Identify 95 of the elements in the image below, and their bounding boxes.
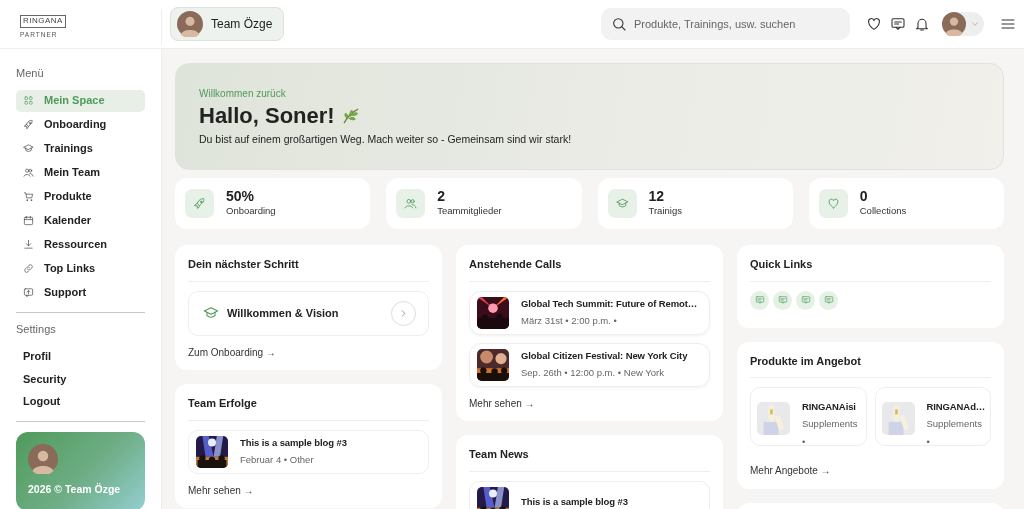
see-more-link[interactable]: Mehr sehen → xyxy=(188,482,254,498)
logo: RINGANA xyxy=(20,14,66,28)
link-icon xyxy=(23,263,34,274)
sidebar-item[interactable]: Produkte xyxy=(16,185,145,208)
graduation-cap-icon xyxy=(23,143,34,154)
see-more-link[interactable]: Mehr sehen → xyxy=(469,395,535,411)
avatar xyxy=(177,11,203,37)
menu-icon xyxy=(1000,16,1016,32)
card-title: Team Erfolge xyxy=(188,384,429,421)
greeting-title: Hallo, Soner! xyxy=(199,103,335,130)
chat-icon xyxy=(777,295,788,305)
stat-value: 2 xyxy=(437,188,447,205)
quick-link-button[interactable] xyxy=(819,290,838,310)
chat-icon xyxy=(754,295,765,305)
item-title: Global Citizen Festival: New York City xyxy=(521,348,688,363)
card-title: Team News xyxy=(469,435,710,472)
sidebar-item[interactable]: Kalender xyxy=(16,209,145,232)
avatar xyxy=(942,12,966,36)
heart-icon xyxy=(826,197,840,210)
quick-link-button[interactable] xyxy=(750,290,769,310)
search-icon xyxy=(611,16,627,32)
chevron-down-icon xyxy=(970,19,980,29)
see-more-link[interactable]: Zum Onboarding → xyxy=(188,344,276,360)
card-title: Quick Links xyxy=(750,245,991,282)
stat-value: 12 xyxy=(648,188,666,205)
next-step-item[interactable]: Willkommen & Vision xyxy=(188,290,429,336)
sidebar-item[interactable]: Onboarding xyxy=(16,113,145,136)
quick-link-button[interactable] xyxy=(773,290,792,310)
item-title: This is a sample blog #3 xyxy=(521,495,628,509)
rocket-icon xyxy=(193,197,206,210)
product-category: Supplements xyxy=(926,417,983,432)
call-item[interactable]: Global Citizen Festival: New York City Sep. 26th • 12:00 p.m. • New York xyxy=(469,342,710,387)
heart-button[interactable] xyxy=(866,16,882,32)
welcome-message: Du bist auf einem großartigen Weg. Mach weiter so - Gemeinsam sind wir stark! xyxy=(199,132,573,148)
rocket-icon xyxy=(23,119,34,130)
item-meta: März 31st • 2:00 p.m. • xyxy=(521,314,618,328)
sidebar-item[interactable]: Support xyxy=(16,281,145,304)
section-title: Menü xyxy=(16,66,45,81)
download-icon xyxy=(23,239,34,250)
support-icon xyxy=(23,287,34,298)
product-card[interactable]: RINGANAd… Supplements • xyxy=(874,387,991,446)
heart-icon xyxy=(866,16,882,32)
chat-icon xyxy=(823,295,834,305)
menu-button[interactable] xyxy=(1000,16,1016,32)
item-title: Global Tech Summit: Future of Remot… xyxy=(521,296,698,311)
blog-post[interactable]: This is a sample blog #3 Februar 4 • Other xyxy=(188,429,429,474)
card-title: Produkte im Angebot xyxy=(750,341,991,378)
settings-link[interactable]: Profil xyxy=(16,345,145,368)
product-name: RINGANAisi xyxy=(802,400,857,414)
cart-icon xyxy=(23,191,34,202)
sidebar-item[interactable]: Top Links xyxy=(16,257,145,280)
settings-link[interactable]: Logout xyxy=(16,390,145,413)
quick-link-button[interactable] xyxy=(796,290,815,310)
graduation-cap-icon xyxy=(203,305,219,321)
item-title: This is a sample blog #3 xyxy=(240,435,347,450)
product-note: • xyxy=(802,434,807,449)
sidebar-item[interactable]: Ressourcen xyxy=(16,233,145,256)
team-button[interactable]: Team Özge xyxy=(170,7,285,41)
chat-button[interactable] xyxy=(890,16,906,32)
users-icon xyxy=(404,197,418,210)
item-meta: Februar 4 • Other xyxy=(240,453,315,467)
blog-post[interactable]: This is a sample blog #3 xyxy=(469,480,710,509)
welcome-label: Willkommen zurück xyxy=(199,87,287,101)
card-title: Anstehende Calls xyxy=(469,245,710,282)
bell-button[interactable] xyxy=(914,16,930,32)
section-title: Settings xyxy=(16,321,57,337)
stat-value: 0 xyxy=(859,188,869,205)
product-card[interactable]: RINGANAisi Supplements • xyxy=(750,387,867,446)
grid-icon xyxy=(23,95,34,106)
stat-label: Collections xyxy=(859,204,907,219)
footer-text: 2026 © Team Özge xyxy=(28,481,122,497)
sidebar-item[interactable]: Trainings xyxy=(16,137,145,160)
product-name: RINGANAd… xyxy=(926,400,986,414)
avatar xyxy=(28,443,58,474)
chat-icon xyxy=(890,16,906,32)
item-title: Willkommen & Vision xyxy=(227,305,339,321)
stat-label: Onboarding xyxy=(226,204,276,219)
users-icon xyxy=(23,167,34,178)
bell-icon xyxy=(914,16,930,32)
product-category: Supplements xyxy=(802,417,858,432)
stat-value: 50% xyxy=(226,188,256,205)
sidebar-item[interactable]: Mein Team xyxy=(16,161,145,184)
chat-icon xyxy=(800,295,811,305)
stat-label: Teammitglieder xyxy=(437,204,502,219)
stat-label: Trainigs xyxy=(648,204,682,219)
call-item[interactable]: Global Tech Summit: Future of Remot… März 31st • 2:00 p.m. • xyxy=(469,290,710,335)
search-field[interactable]: Produkte, Trainings, usw. suchen xyxy=(601,8,850,40)
see-more-link[interactable]: Mehr Angebote → xyxy=(750,463,831,478)
settings-link[interactable]: Security xyxy=(16,367,145,390)
calendar-icon xyxy=(23,215,34,226)
card-title: Dein nächster Schritt xyxy=(188,245,429,282)
graduation-cap-icon xyxy=(615,197,629,210)
product-note: • xyxy=(926,434,931,449)
profile-button[interactable] xyxy=(942,12,984,36)
item-meta: Sep. 26th • 12:00 p.m. • New York xyxy=(521,366,665,380)
